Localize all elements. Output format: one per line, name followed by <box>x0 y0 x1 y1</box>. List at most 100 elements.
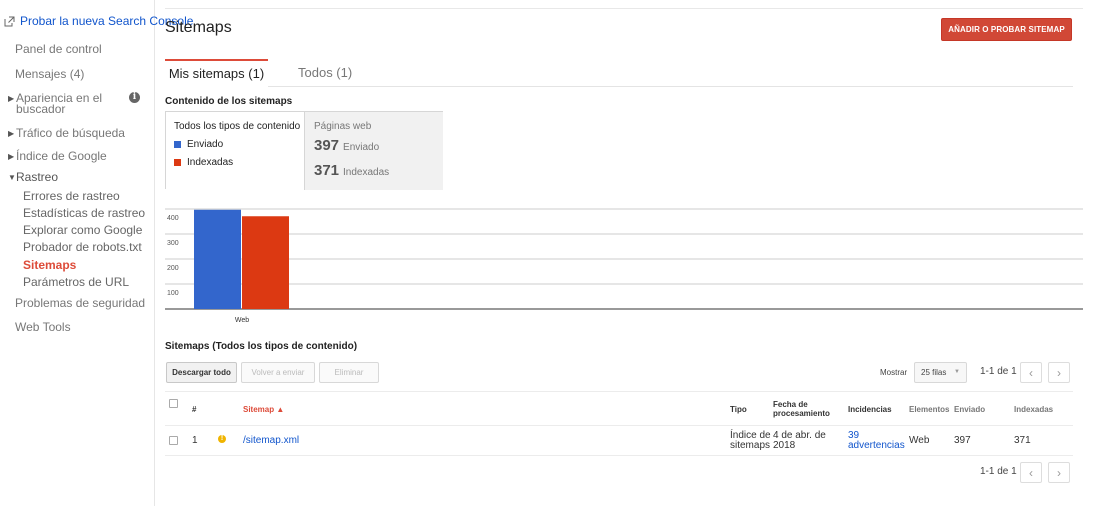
info-icon[interactable]: i <box>129 92 140 103</box>
bar-enviado[interactable] <box>194 209 241 309</box>
indexed-label: Indexadas <box>343 167 390 178</box>
column-header-label: Fecha de <box>773 400 808 409</box>
content-type-all-label: Todos los tipos de contenido <box>174 121 301 132</box>
cell-text: sitemaps <box>730 440 771 451</box>
prev-page-button-bottom[interactable]: ‹ <box>1020 462 1042 483</box>
content-type-web-panel[interactable]: Páginas web 397 Enviado 371 Indexadas <box>304 112 443 190</box>
y-tick-label: 100 <box>167 290 179 297</box>
row-checkbox[interactable] <box>169 436 178 445</box>
chevron-right-icon: › <box>1057 365 1061 380</box>
caret-right-icon: ▶ <box>8 152 15 161</box>
legend-swatch-indexed <box>174 159 181 166</box>
tab-all[interactable]: Todos (1) <box>298 59 352 87</box>
sidebar: Probar la nueva Search Console Panel de … <box>0 0 193 506</box>
caret-down-icon: ▼ <box>8 173 16 182</box>
submitted-cell: 397 <box>954 435 971 446</box>
column-header-issues[interactable]: Incidencias <box>848 405 892 414</box>
chevron-left-icon: ‹ <box>1029 365 1033 380</box>
sidebar-item-dashboard[interactable]: Panel de control <box>15 42 102 56</box>
tab-bar: Mis sitemaps (1) Todos (1) <box>165 59 1073 87</box>
download-all-button[interactable]: Descargar todo <box>166 362 237 383</box>
sidebar-subitem-crawl-stats[interactable]: Estadísticas de rastreo <box>23 206 145 220</box>
next-page-button-top[interactable]: › <box>1048 362 1070 383</box>
y-tick-label: 200 <box>167 265 179 272</box>
column-header-submitted[interactable]: Enviado <box>954 405 985 414</box>
column-header-number: # <box>192 405 197 414</box>
content-type-panel: Todos los tipos de contenido Enviado Ind… <box>165 111 443 190</box>
chevron-right-icon: › <box>1057 465 1061 480</box>
table-header-row: # Sitemap ▲ Tipo Fecha de procesamiento … <box>165 391 1073 425</box>
sidebar-item-google-index[interactable]: ▶ Índice de Google <box>8 149 107 163</box>
add-test-sitemap-button[interactable]: AÑADIR O PROBAR SITEMAP <box>941 18 1072 41</box>
prev-page-button-top[interactable]: ‹ <box>1020 362 1042 383</box>
submitted-count: 397 <box>314 137 340 154</box>
sidebar-item-web-tools[interactable]: Web Tools <box>15 320 71 334</box>
delete-button[interactable]: Eliminar <box>319 362 379 383</box>
legend-swatch-submitted <box>174 141 181 148</box>
submitted-stat: 397 Enviado <box>314 137 379 154</box>
bar-indexadas[interactable] <box>242 216 289 309</box>
column-header-label: procesamiento <box>773 409 830 418</box>
column-header-processed-date[interactable]: Fecha de procesamiento <box>773 400 830 418</box>
sidebar-subitem-sitemaps[interactable]: Sitemaps <box>23 258 76 272</box>
legend-label: Enviado <box>187 139 224 150</box>
sidebar-subitem-fetch-as-google[interactable]: Explorar como Google <box>23 223 142 237</box>
resend-button[interactable]: Volver a enviar <box>241 362 315 383</box>
items-cell: Web <box>909 435 930 446</box>
sidebar-item-label: Rastreo <box>16 170 59 184</box>
caret-right-icon: ▶ <box>8 129 15 138</box>
tab-my-sitemaps[interactable]: Mis sitemaps (1) <box>165 59 268 87</box>
sidebar-item-search-appearance[interactable]: ▶ Apariencia en el buscador <box>8 92 102 116</box>
sidebar-item-search-traffic[interactable]: ▶ Tráfico de búsqueda <box>8 126 125 140</box>
sidebar-item-label: buscador <box>16 102 66 116</box>
sitemap-contents-heading: Contenido de los sitemaps <box>165 96 293 107</box>
show-rows-label: Mostrar <box>880 368 908 377</box>
external-link-icon <box>4 16 15 26</box>
submitted-label: Enviado <box>343 142 380 153</box>
rows-per-page-select[interactable]: 25 filas ▼ <box>914 362 967 383</box>
column-header-sitemap[interactable]: Sitemap ▲ <box>243 405 284 414</box>
sitemap-type: Índice de sitemaps <box>730 431 771 451</box>
column-header-items[interactable]: Elementos <box>909 405 949 414</box>
y-tick-label: 400 <box>167 215 179 222</box>
issues-link[interactable]: 39 advertencias <box>848 431 905 451</box>
y-tick-label: 300 <box>167 240 179 247</box>
next-page-button-bottom[interactable]: › <box>1048 462 1070 483</box>
legend-submitted: Enviado <box>174 139 223 150</box>
content-type-all-panel[interactable]: Todos los tipos de contenido Enviado Ind… <box>166 112 304 190</box>
sidebar-subitem-url-parameters[interactable]: Parámetros de URL <box>23 275 129 289</box>
indexed-stat: 371 Indexadas <box>314 162 389 179</box>
page-title: Sitemaps <box>165 19 232 36</box>
chevron-down-icon: ▼ <box>954 369 960 375</box>
pager-range-top: 1-1 de 1 <box>980 366 1017 377</box>
select-all-checkbox[interactable] <box>169 399 178 408</box>
processed-date: 4 de abr. de 2018 <box>773 431 826 451</box>
top-divider <box>165 8 1083 9</box>
sidebar-subitem-robots-tester[interactable]: Probador de robots.txt <box>23 240 142 254</box>
sidebar-item-messages[interactable]: Mensajes (4) <box>15 67 84 81</box>
sitemap-link[interactable]: /sitemap.xml <box>243 436 299 446</box>
legend-label: Indexadas <box>187 157 234 168</box>
row-number: 1 <box>192 435 198 446</box>
web-pages-label: Páginas web <box>314 121 372 132</box>
rows-per-page-value: 25 filas <box>921 368 947 377</box>
chevron-left-icon: ‹ <box>1029 465 1033 480</box>
x-tick-label: Web <box>235 317 249 324</box>
cell-text: advertencias <box>848 440 905 451</box>
column-header-type[interactable]: Tipo <box>730 405 747 414</box>
sitemaps-table-heading: Sitemaps (Todos los tipos de contenido) <box>165 341 358 352</box>
warning-icon: ! <box>218 435 226 443</box>
legend-indexed: Indexadas <box>174 157 233 168</box>
column-header-indexed[interactable]: Indexadas <box>1014 405 1053 414</box>
sidebar-item-label: Tráfico de búsqueda <box>16 126 125 140</box>
sidebar-item-label: Índice de Google <box>16 149 107 163</box>
indexed-cell: 371 <box>1014 435 1031 446</box>
pager-range-bottom: 1-1 de 1 <box>980 466 1017 477</box>
sidebar-item-security[interactable]: Problemas de seguridad <box>15 296 145 310</box>
cell-text: 2018 <box>773 440 796 451</box>
indexed-count: 371 <box>314 162 340 179</box>
sitemap-bar-chart: 100 200 300 400 Web <box>165 208 1083 324</box>
sidebar-subitem-crawl-errors[interactable]: Errores de rastreo <box>23 189 120 203</box>
table-row: 1 ! /sitemap.xml Índice de sitemaps 4 de… <box>165 425 1073 456</box>
sidebar-item-crawl[interactable]: ▼Rastreo <box>8 170 58 184</box>
